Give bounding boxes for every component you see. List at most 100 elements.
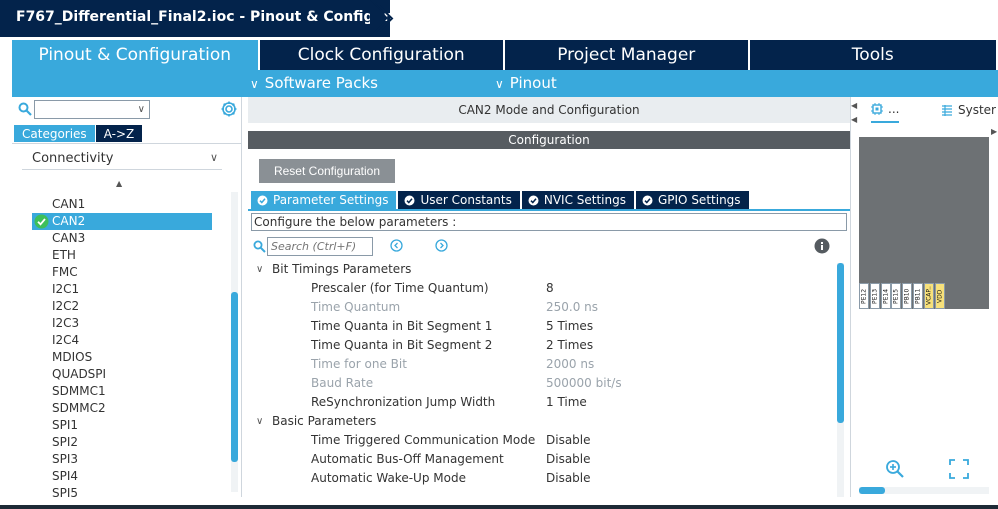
list-item[interactable]: QUADSPI bbox=[32, 366, 212, 383]
search-input[interactable] bbox=[267, 237, 373, 256]
left-scrollbar[interactable] bbox=[231, 192, 238, 492]
table-row[interactable]: Automatic Wake-Up Mode Disable bbox=[248, 469, 838, 488]
scrollbar-thumb[interactable] bbox=[837, 263, 844, 423]
group-label: Connectivity bbox=[32, 151, 114, 166]
list-item-selected[interactable]: CAN2 bbox=[32, 213, 212, 230]
section-title: Basic Parameters bbox=[272, 414, 377, 428]
gear-icon[interactable] bbox=[220, 100, 238, 118]
table-row[interactable]: Time Triggered Communication Mode Disable bbox=[248, 431, 838, 450]
param-name: Automatic Bus-Off Management bbox=[311, 452, 504, 466]
main-tabs: Pinout & Configuration Clock Configurati… bbox=[12, 40, 998, 70]
pin-highlighted[interactable]: VCAP.. bbox=[923, 283, 934, 309]
param-name: Prescaler (for Time Quantum) bbox=[311, 281, 489, 295]
fit-screen-icon[interactable] bbox=[949, 459, 969, 479]
tab-project-manager[interactable]: Project Manager bbox=[505, 40, 748, 70]
group-connectivity[interactable]: Connectivity ∨ bbox=[22, 148, 222, 170]
list-item[interactable]: FMC bbox=[32, 264, 212, 281]
arrow-left-icon[interactable]: ◀ bbox=[851, 115, 857, 124]
tab-pinout-configuration[interactable]: Pinout & Configuration bbox=[12, 40, 258, 70]
pin[interactable]: PE15 bbox=[891, 283, 902, 309]
list-item-label: QUADSPI bbox=[52, 367, 107, 381]
scrollbar-thumb[interactable] bbox=[859, 487, 885, 494]
list-item[interactable]: I2C3 bbox=[32, 315, 212, 332]
param-name: Time for one Bit bbox=[311, 357, 407, 371]
list-item[interactable]: SPI5 bbox=[32, 485, 212, 497]
section-bit-timings[interactable]: ∨ Bit Timings Parameters bbox=[248, 260, 838, 279]
table-row[interactable]: Automatic Bus-Off Management Disable bbox=[248, 450, 838, 469]
tab-label: User Constants bbox=[420, 193, 512, 207]
arrow-left-icon[interactable]: ◀ bbox=[851, 101, 857, 110]
section-basic-parameters[interactable]: ∨ Basic Parameters bbox=[248, 412, 838, 431]
table-icon bbox=[942, 105, 952, 116]
tab-a-z[interactable]: A->Z bbox=[95, 125, 143, 142]
list-item[interactable]: SPI1 bbox=[32, 417, 212, 434]
search-combo[interactable]: ∨ bbox=[34, 100, 150, 119]
tab-parameter-settings[interactable]: Parameter Settings bbox=[251, 191, 397, 209]
list-item[interactable]: MDIOS bbox=[32, 349, 212, 366]
arrow-right-icon[interactable]: ▶ bbox=[991, 127, 997, 136]
table-row: Time for one Bit 2000 ns bbox=[248, 355, 838, 374]
tab-clock-configuration[interactable]: Clock Configuration bbox=[259, 40, 503, 70]
tab-pinout-view[interactable]: ... bbox=[871, 97, 900, 123]
list-item[interactable]: CAN3 bbox=[32, 230, 212, 247]
param-value: Disable bbox=[546, 433, 591, 447]
zoom-in-icon[interactable] bbox=[885, 459, 905, 479]
scrollbar-thumb[interactable] bbox=[231, 292, 238, 462]
param-name: Baud Rate bbox=[311, 376, 374, 390]
list-item[interactable]: ETH bbox=[32, 247, 212, 264]
param-value: 2000 ns bbox=[546, 357, 595, 371]
param-name: Time Quanta in Bit Segment 2 bbox=[311, 338, 493, 352]
pinout-menu[interactable]: ∨ Pinout bbox=[495, 74, 557, 92]
next-result-icon[interactable] bbox=[435, 239, 448, 252]
param-value: 5 Times bbox=[546, 319, 594, 333]
tab-user-constants[interactable]: User Constants bbox=[398, 191, 520, 209]
tab-tools[interactable]: Tools bbox=[749, 40, 996, 70]
bottom-border bbox=[0, 505, 998, 509]
table-row[interactable]: ReSynchronization Jump Width 1 Time bbox=[248, 393, 838, 412]
pin[interactable]: PB11 bbox=[912, 283, 923, 309]
tab-gpio-settings[interactable]: GPIO Settings bbox=[635, 191, 749, 209]
table-row[interactable]: Prescaler (for Time Quantum) 8 bbox=[248, 279, 838, 298]
parameter-scrollbar[interactable] bbox=[837, 263, 844, 497]
pinout-label: Pinout bbox=[509, 74, 557, 92]
param-name: Time Quanta in Bit Segment 1 bbox=[311, 319, 493, 333]
left-panel: ∨ Categories A->Z Connectivity ∨ ▲ CAN1 bbox=[12, 97, 242, 497]
search-icon bbox=[18, 102, 32, 116]
pin[interactable]: PE12 bbox=[859, 283, 869, 309]
table-row: Baud Rate 500000 bit/s bbox=[248, 374, 838, 393]
tab-label: ... bbox=[888, 102, 900, 116]
sort-ascending-icon[interactable]: ▲ bbox=[116, 179, 122, 188]
param-value: Disable bbox=[546, 471, 591, 485]
tab-a-z-label: A->Z bbox=[103, 126, 135, 141]
list-item[interactable]: SDMMC1 bbox=[32, 383, 212, 400]
pin-label: PB10 bbox=[903, 288, 911, 304]
tab-label: Clock Configuration bbox=[297, 45, 465, 65]
list-item[interactable]: I2C1 bbox=[32, 281, 212, 298]
software-packs-menu[interactable]: ∨ Software Packs bbox=[250, 74, 378, 92]
pin[interactable]: PE13 bbox=[869, 283, 880, 309]
list-item[interactable]: I2C2 bbox=[32, 298, 212, 315]
breadcrumb-text: F767_Differential_Final2.ioc - Pinout & … bbox=[16, 9, 431, 25]
breadcrumb[interactable]: F767_Differential_Final2.ioc - Pinout & … bbox=[0, 0, 431, 37]
list-item[interactable]: I2C4 bbox=[32, 332, 212, 349]
table-row[interactable]: Time Quanta in Bit Segment 1 5 Times bbox=[248, 317, 838, 336]
list-item-label: I2C1 bbox=[52, 282, 80, 296]
tab-underline bbox=[248, 209, 850, 211]
list-item[interactable]: SPI4 bbox=[32, 468, 212, 485]
pin[interactable]: PE14 bbox=[880, 283, 891, 309]
info-icon[interactable] bbox=[814, 238, 830, 254]
tab-nvic-settings[interactable]: NVIC Settings bbox=[521, 191, 634, 209]
right-scrollbar[interactable] bbox=[859, 487, 989, 494]
table-row[interactable]: Time Quanta in Bit Segment 2 2 Times bbox=[248, 336, 838, 355]
tab-system-view[interactable]: Syster bbox=[941, 97, 996, 123]
list-item[interactable]: SPI2 bbox=[32, 434, 212, 451]
list-item[interactable]: SPI3 bbox=[32, 451, 212, 468]
previous-result-icon[interactable] bbox=[390, 239, 403, 252]
list-item[interactable]: SDMMC2 bbox=[32, 400, 212, 417]
tab-categories[interactable]: Categories bbox=[14, 125, 95, 142]
pin-highlighted[interactable]: VDD bbox=[934, 283, 945, 309]
list-item[interactable]: CAN1 bbox=[32, 196, 212, 213]
pin[interactable]: PB10 bbox=[902, 283, 913, 309]
reset-configuration-button[interactable]: Reset Configuration bbox=[259, 159, 395, 183]
check-circle-icon bbox=[404, 195, 415, 205]
